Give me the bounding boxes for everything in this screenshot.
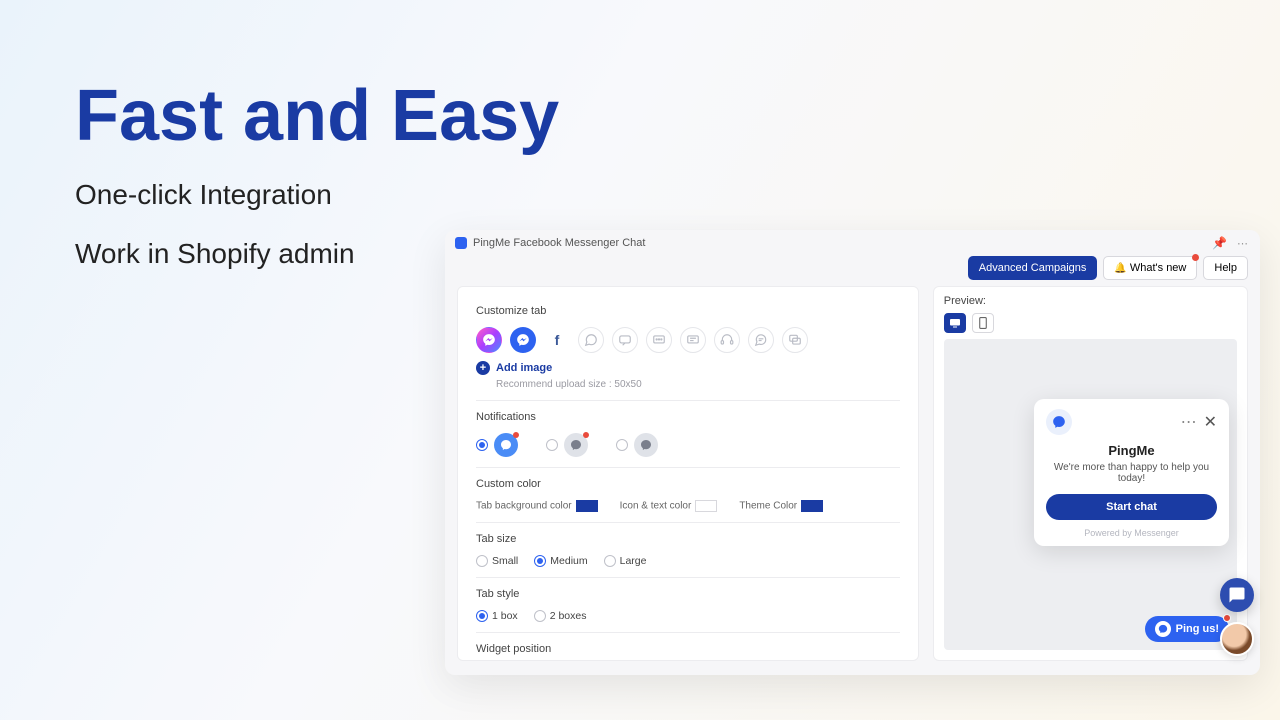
- hero-sub-1: One-click Integration: [75, 175, 559, 216]
- size-medium-option[interactable]: Medium: [534, 555, 587, 567]
- chat-close-icon[interactable]: ✕: [1204, 412, 1217, 432]
- section-custom-color: Custom color Tab background color Icon &…: [476, 478, 900, 523]
- tab-size-label: Tab size: [476, 533, 900, 545]
- window-menu-icon[interactable]: ⋯: [1237, 237, 1250, 250]
- headset-icon[interactable]: [714, 327, 740, 353]
- icon-text-color-label: Icon & text color: [620, 501, 692, 512]
- notification-dot: [1223, 614, 1231, 622]
- notifications-label: Notifications: [476, 411, 900, 423]
- notification-dot: [1192, 254, 1199, 261]
- chat-bubble-1-icon[interactable]: [578, 327, 604, 353]
- advanced-campaigns-button[interactable]: Advanced Campaigns: [968, 256, 1098, 280]
- chat-bubble-5-icon[interactable]: [748, 327, 774, 353]
- messenger-widget-icon: [1155, 621, 1171, 637]
- preview-canvas: ⋯ ✕ PingMe We're more than happy to help…: [944, 339, 1237, 650]
- support-avatar[interactable]: [1220, 622, 1254, 656]
- preview-panel: Preview: ⋯ ✕ PingMe We're more than happ…: [933, 286, 1248, 661]
- widget-position-label: Widget position: [476, 643, 900, 655]
- messenger-solid-icon[interactable]: [510, 327, 536, 353]
- settings-panel: Customize tab f + Add image: [457, 286, 919, 661]
- notification-option-3[interactable]: [616, 433, 658, 457]
- chat-bubble-4-icon[interactable]: [680, 327, 706, 353]
- preview-label: Preview:: [934, 287, 1247, 313]
- titlebar: PingMe Facebook Messenger Chat 📌 ⋯: [445, 230, 1260, 256]
- customize-tab-label: Customize tab: [476, 305, 900, 317]
- app-logo-icon: [455, 237, 467, 249]
- chat-menu-icon[interactable]: ⋯: [1181, 412, 1198, 432]
- notification-option-2[interactable]: [546, 433, 588, 457]
- hero-headline: Fast and Easy: [75, 75, 559, 157]
- icon-picker-row: f: [476, 327, 900, 353]
- size-large-option[interactable]: Large: [604, 555, 647, 567]
- chat-preview-card: ⋯ ✕ PingMe We're more than happy to help…: [1034, 399, 1229, 546]
- style-2box-option[interactable]: 2 boxes: [534, 610, 587, 622]
- plus-icon: +: [476, 361, 490, 375]
- size-small-option[interactable]: Small: [476, 555, 518, 567]
- notif-variant-3-icon: [634, 433, 658, 457]
- bell-icon: 🔔: [1114, 263, 1126, 274]
- section-widget-position: Widget position: [476, 643, 900, 661]
- theme-color-label: Theme Color: [739, 501, 797, 512]
- add-image-button[interactable]: + Add image: [476, 361, 900, 375]
- radio-icon: [616, 439, 628, 451]
- section-tab-style: Tab style 1 box 2 boxes: [476, 588, 900, 633]
- toolbar: Advanced Campaigns 🔔What's new Help: [445, 256, 1260, 286]
- chat-logo-icon: [1046, 409, 1072, 435]
- app-title: PingMe Facebook Messenger Chat: [473, 237, 645, 249]
- preview-mobile-button[interactable]: [972, 313, 994, 333]
- radio-icon: [476, 439, 488, 451]
- floating-chat-button[interactable]: [1220, 578, 1254, 612]
- chat-footer: Powered by Messenger: [1046, 528, 1217, 538]
- section-customize-tab: Customize tab f + Add image: [476, 305, 900, 401]
- whats-new-button[interactable]: 🔔What's new: [1103, 256, 1197, 280]
- tab-bg-color-swatch[interactable]: [576, 500, 598, 512]
- facebook-icon[interactable]: f: [544, 327, 570, 353]
- tab-style-label: Tab style: [476, 588, 900, 600]
- section-tab-size: Tab size Small Medium Large: [476, 533, 900, 578]
- tab-bg-color-label: Tab background color: [476, 501, 572, 512]
- chat-multi-icon[interactable]: [782, 327, 808, 353]
- theme-color-swatch[interactable]: [801, 500, 823, 512]
- notif-variant-1-icon: [494, 433, 518, 457]
- style-1box-option[interactable]: 1 box: [476, 610, 518, 622]
- icon-text-color-swatch[interactable]: [695, 500, 717, 512]
- chat-title: PingMe: [1046, 443, 1217, 458]
- chat-subtitle: We're more than happy to help you today!: [1046, 462, 1217, 484]
- section-notifications: Notifications: [476, 411, 900, 468]
- notif-variant-2-icon: [564, 433, 588, 457]
- pin-icon[interactable]: 📌: [1212, 236, 1227, 250]
- chat-bubble-3-icon[interactable]: [646, 327, 672, 353]
- upload-hint: Recommend upload size : 50x50: [496, 379, 900, 390]
- messenger-gradient-icon[interactable]: [476, 327, 502, 353]
- help-button[interactable]: Help: [1203, 256, 1248, 280]
- ping-us-pill[interactable]: Ping us!: [1145, 616, 1229, 642]
- app-window: PingMe Facebook Messenger Chat 📌 ⋯ Advan…: [445, 230, 1260, 675]
- start-chat-button[interactable]: Start chat: [1046, 494, 1217, 520]
- chat-bubble-2-icon[interactable]: [612, 327, 638, 353]
- notification-option-1[interactable]: [476, 433, 518, 457]
- radio-icon: [546, 439, 558, 451]
- preview-desktop-button[interactable]: [944, 313, 966, 333]
- custom-color-label: Custom color: [476, 478, 900, 490]
